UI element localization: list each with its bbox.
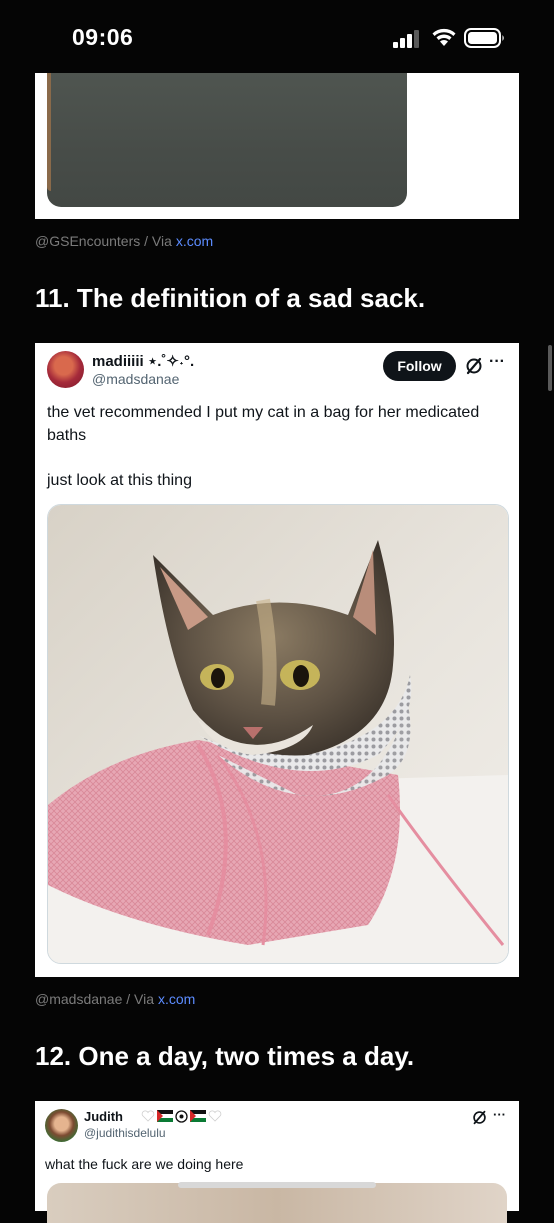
avatar[interactable] bbox=[47, 351, 84, 388]
credit-link[interactable]: x.com bbox=[158, 991, 195, 1007]
more-icon[interactable]: ··· bbox=[489, 353, 505, 371]
flag-icon bbox=[157, 1110, 173, 1122]
avatar[interactable] bbox=[45, 1109, 78, 1142]
heart-icon bbox=[141, 1110, 155, 1122]
previous-credit: @GSEncounters / Via x.com bbox=[35, 233, 213, 249]
tweet-text: what the fuck are we doing here bbox=[45, 1156, 244, 1172]
cat-photo-illustration bbox=[48, 505, 508, 963]
status-time: 09:06 bbox=[72, 24, 134, 50]
tweet-text-line2: just look at this thing bbox=[47, 472, 192, 489]
more-icon[interactable]: ··· bbox=[493, 1107, 506, 1122]
heart-icon bbox=[208, 1110, 222, 1122]
previous-tweet-card[interactable] bbox=[35, 73, 519, 219]
item-11-credit: @madsdanae / Via x.com bbox=[35, 991, 195, 1007]
status-bar: 09:06 bbox=[0, 0, 554, 72]
tweet-text-line1: the vet recommended I put my cat in a ba… bbox=[47, 404, 480, 444]
name-emoji-flags bbox=[141, 1109, 222, 1123]
scrollbar-indicator[interactable] bbox=[548, 345, 552, 391]
previous-tweet-photo[interactable] bbox=[47, 73, 407, 207]
tweet-author-handle[interactable]: @madsdanae bbox=[92, 371, 179, 387]
grok-icon[interactable] bbox=[472, 1110, 487, 1125]
wifi-icon bbox=[432, 28, 456, 46]
signal-icon bbox=[393, 30, 419, 48]
item-12-tweet-card[interactable]: Judith @judithisdelulu ··· what the fuck… bbox=[35, 1101, 519, 1223]
tweet-author-name[interactable]: Judith bbox=[84, 1109, 123, 1124]
tweet-photo[interactable] bbox=[47, 1183, 507, 1223]
credit-handle: @GSEncounters bbox=[35, 233, 141, 249]
battery-icon bbox=[464, 28, 504, 48]
item-11-tweet-card[interactable]: madiiiii ⋆.˚✧˖°. @madsdanae Follow ··· t… bbox=[35, 343, 519, 977]
flag-icon bbox=[175, 1109, 188, 1123]
credit-separator: / Via bbox=[140, 233, 176, 249]
item-11-heading: 11. The definition of a sad sack. bbox=[35, 283, 426, 313]
item-12-heading: 12. One a day, two times a day. bbox=[35, 1041, 415, 1071]
tweet-photo[interactable] bbox=[47, 504, 509, 964]
grok-icon[interactable] bbox=[465, 357, 483, 375]
credit-handle: @madsdanae bbox=[35, 991, 123, 1007]
tweet-author-name[interactable]: madiiiii ⋆.˚✧˖°. bbox=[92, 352, 194, 370]
credit-separator: / Via bbox=[122, 991, 158, 1007]
credit-link[interactable]: x.com bbox=[176, 233, 213, 249]
follow-button[interactable]: Follow bbox=[383, 351, 456, 381]
home-indicator[interactable] bbox=[178, 1182, 376, 1188]
tweet-author-handle[interactable]: @judithisdelulu bbox=[84, 1126, 166, 1140]
flag-icon bbox=[190, 1110, 206, 1122]
